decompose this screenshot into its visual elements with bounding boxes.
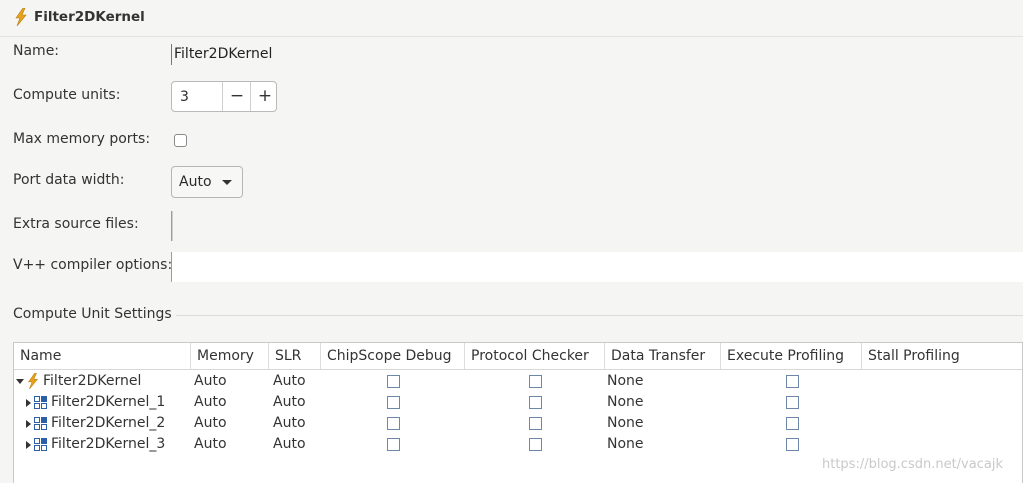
row-slr[interactable]: Auto — [273, 371, 306, 392]
row-memory[interactable]: Auto — [194, 371, 227, 392]
section-divider — [176, 315, 1023, 316]
execute-profiling-checkbox[interactable] — [786, 417, 799, 430]
compiler-options-label: V++ compiler options: — [13, 257, 173, 273]
protocol-checker-checkbox[interactable] — [529, 438, 542, 451]
row-memory[interactable]: Auto — [194, 413, 227, 434]
compute-units-input[interactable]: 3 — [180, 89, 189, 105]
protocol-checker-checkbox[interactable] — [529, 375, 542, 388]
row-data-transfer[interactable]: None — [607, 434, 644, 455]
row-slr[interactable]: Auto — [273, 413, 306, 434]
name-field-border — [171, 44, 172, 65]
section-title: Compute Unit Settings — [13, 306, 172, 322]
row-memory[interactable]: Auto — [194, 392, 227, 413]
column-header-memory[interactable]: Memory — [191, 343, 269, 369]
chipscope-debug-checkbox[interactable] — [387, 438, 400, 451]
row-data-transfer[interactable]: None — [607, 413, 644, 434]
kernel-title: Filter2DKernel — [34, 9, 145, 25]
compute-unit-icon — [33, 437, 49, 453]
execute-profiling-checkbox[interactable] — [786, 438, 799, 451]
extra-source-files-label: Extra source files: — [13, 216, 139, 232]
compute-units-stepper: 3 − + — [171, 81, 277, 112]
column-header-execute-profiling[interactable]: Execute Profiling — [721, 343, 862, 369]
execute-profiling-checkbox[interactable] — [786, 396, 799, 409]
expand-toggle-icon[interactable] — [26, 441, 31, 449]
table-header: Name Memory SLR ChipScope Debug Protocol… — [14, 343, 1022, 370]
lightning-icon — [15, 8, 27, 26]
table-row[interactable]: Filter2DKernel_2 Auto Auto None — [14, 413, 1022, 434]
max-memory-ports-checkbox[interactable] — [174, 134, 187, 147]
compute-units-label: Compute units: — [13, 87, 121, 103]
compute-unit-icon — [33, 416, 49, 432]
port-data-width-value: Auto — [179, 174, 212, 190]
row-slr[interactable]: Auto — [273, 434, 306, 455]
editor-header: Filter2DKernel — [0, 0, 1023, 37]
max-memory-ports-label: Max memory ports: — [13, 131, 151, 147]
protocol-checker-checkbox[interactable] — [529, 417, 542, 430]
row-slr[interactable]: Auto — [273, 392, 306, 413]
lightning-icon — [28, 373, 39, 389]
table-row[interactable]: Filter2DKernel_1 Auto Auto None — [14, 392, 1022, 413]
name-field[interactable]: Filter2DKernel — [174, 46, 272, 62]
increment-button[interactable]: + — [250, 82, 279, 111]
column-header-stall-profiling[interactable]: Stall Profiling — [862, 343, 1023, 369]
row-name: Filter2DKernel — [43, 373, 142, 389]
name-label: Name: — [13, 43, 60, 59]
watermark-text: https://blog.csdn.net/vacajk — [822, 457, 1003, 472]
execute-profiling-checkbox[interactable] — [786, 375, 799, 388]
chipscope-debug-checkbox[interactable] — [387, 417, 400, 430]
expand-toggle-icon[interactable] — [26, 420, 31, 428]
chipscope-debug-checkbox[interactable] — [387, 396, 400, 409]
table-row[interactable]: Filter2DKernel_3 Auto Auto None — [14, 434, 1022, 455]
port-data-width-label: Port data width: — [13, 172, 125, 188]
column-header-data-transfer[interactable]: Data Transfer — [605, 343, 721, 369]
row-name: Filter2DKernel_2 — [51, 415, 166, 431]
table-row[interactable]: Filter2DKernel Auto Auto None — [14, 371, 1022, 392]
column-header-name[interactable]: Name — [14, 343, 191, 369]
column-header-chipscope-debug[interactable]: ChipScope Debug — [321, 343, 465, 369]
compute-unit-icon — [33, 395, 49, 411]
column-header-protocol-checker[interactable]: Protocol Checker — [465, 343, 605, 369]
extra-source-files-field[interactable] — [171, 211, 173, 241]
chipscope-debug-checkbox[interactable] — [387, 375, 400, 388]
expand-toggle-icon[interactable] — [26, 399, 31, 407]
row-memory[interactable]: Auto — [194, 434, 227, 455]
decrement-button[interactable]: − — [222, 82, 251, 111]
row-name: Filter2DKernel_3 — [51, 436, 166, 452]
row-data-transfer[interactable]: None — [607, 392, 644, 413]
expand-toggle-icon[interactable] — [16, 379, 24, 384]
column-header-slr[interactable]: SLR — [269, 343, 321, 369]
protocol-checker-checkbox[interactable] — [529, 396, 542, 409]
chevron-down-icon — [222, 180, 232, 185]
row-name: Filter2DKernel_1 — [51, 394, 166, 410]
port-data-width-select[interactable]: Auto — [171, 166, 243, 198]
compiler-options-field[interactable] — [171, 252, 1023, 282]
row-data-transfer[interactable]: None — [607, 371, 644, 392]
